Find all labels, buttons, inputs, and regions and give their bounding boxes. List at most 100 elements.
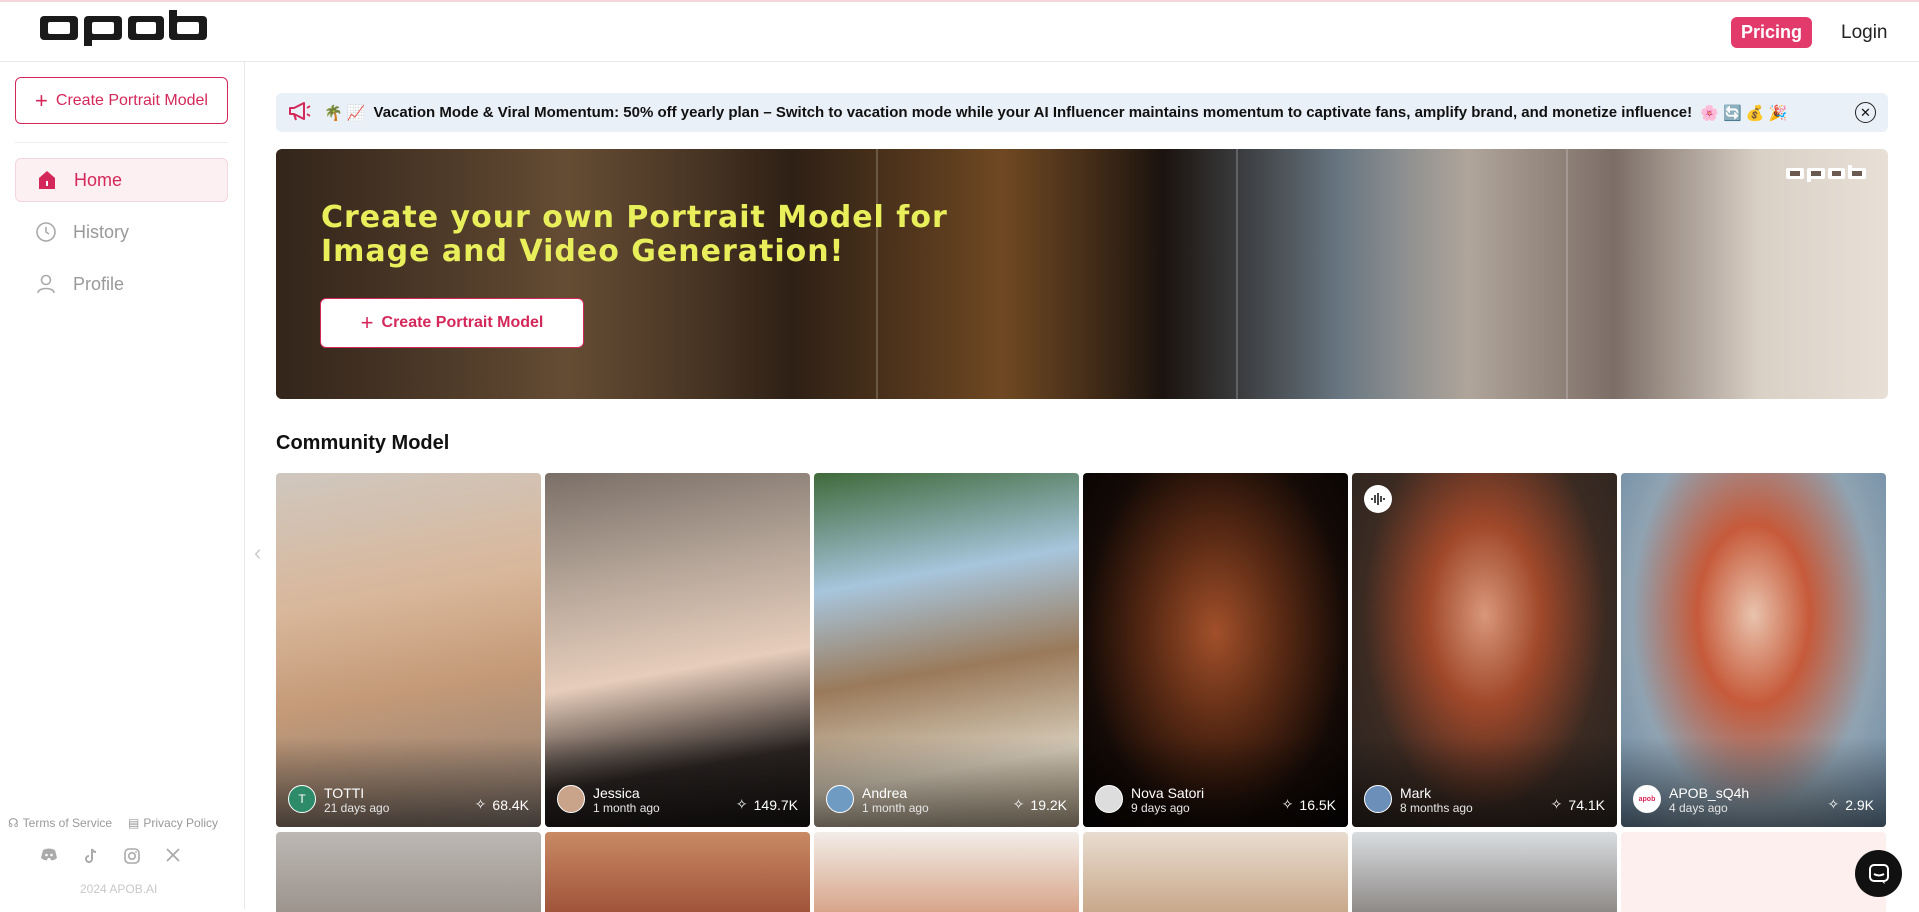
community-model-title: Community Model (276, 432, 450, 454)
card-gradient (1083, 737, 1348, 827)
model-card[interactable]: Andrea 1 month ago ✧ 19.2K (814, 473, 1079, 827)
model-card[interactable] (545, 832, 810, 912)
apob-watermark-logo (1786, 165, 1866, 188)
sparkle-icon: ✧ (1827, 796, 1840, 812)
privacy-label: Privacy Policy (143, 816, 219, 830)
avatar (557, 785, 585, 813)
copyright-text: 2024 APOB.AI (80, 882, 158, 896)
pricing-button[interactable]: Pricing (1731, 17, 1813, 48)
login-button[interactable]: Login (1841, 17, 1888, 48)
sidebar: + Create Portrait Model Home History Pro… (0, 62, 245, 909)
model-likes: ✧ 16.5K (1282, 796, 1336, 813)
sidebar-item-profile[interactable]: Profile (15, 262, 228, 306)
announcement-text: Vacation Mode & Viral Momentum: 50% off … (373, 104, 1693, 121)
audio-wave-icon[interactable] (1364, 485, 1392, 513)
sidebar-item-label: Home (74, 169, 123, 190)
card-gradient (814, 737, 1079, 827)
terms-label: Terms of Service (22, 816, 113, 830)
model-likes: ✧ 149.7K (736, 796, 798, 813)
create-portrait-model-button[interactable]: + Create Portrait Model (15, 77, 228, 124)
user-icon (35, 273, 57, 295)
sparkle-icon: ✧ (1012, 796, 1025, 812)
card-gradient (1621, 737, 1886, 827)
sidebar-item-label: Profile (73, 273, 125, 294)
x-icon[interactable] (166, 848, 180, 869)
hero-image-divider (876, 149, 878, 399)
likes-count: 68.4K (492, 796, 529, 813)
sidebar-item-label: History (73, 221, 130, 242)
model-time: 1 month ago (593, 801, 660, 815)
hero-image-divider (1236, 149, 1238, 399)
model-name: Nova Satori (1131, 785, 1205, 801)
model-card[interactable] (1621, 832, 1886, 912)
sidebar-item-home[interactable]: Home (15, 158, 228, 202)
sidebar-divider (15, 142, 228, 143)
plus-icon: + (360, 310, 374, 335)
likes-count: 2.9K (1845, 796, 1874, 813)
model-card[interactable] (276, 832, 541, 912)
model-name: Mark (1400, 785, 1432, 801)
model-time: 21 days ago (324, 801, 390, 815)
hero-title: Create your own Portrait Model for Image… (321, 200, 948, 269)
model-card[interactable] (814, 832, 1079, 912)
likes-count: 149.7K (753, 796, 798, 813)
avatar: apob (1633, 785, 1661, 813)
avatar (1364, 785, 1392, 813)
chevron-left-icon[interactable]: ‹ (254, 540, 261, 566)
terms-link[interactable]: ☊ Terms of Service (8, 816, 112, 830)
likes-count: 74.1K (1568, 796, 1605, 813)
hero-image-divider (1566, 149, 1568, 399)
close-icon[interactable]: ✕ (1855, 102, 1876, 123)
top-header: Pricing Login (0, 2, 1919, 62)
sidebar-item-history[interactable]: History (15, 210, 228, 254)
model-time: 9 days ago (1131, 801, 1190, 815)
headset-icon: ☊ (8, 816, 19, 830)
sparkle-icon: ✧ (1281, 796, 1294, 812)
discord-icon[interactable] (40, 848, 58, 869)
model-card[interactable]: Nova Satori 9 days ago ✧ 16.5K (1083, 473, 1348, 827)
announcement-emoji-suffix: 🌸 🔄 💰 🎉 (1700, 104, 1788, 122)
model-time: 4 days ago (1669, 801, 1728, 815)
hero-create-portrait-model-button[interactable]: + Create Portrait Model (320, 298, 584, 348)
model-name: TOTTI (324, 785, 365, 801)
clock-icon (35, 221, 57, 243)
hero-button-label: Create Portrait Model (381, 314, 544, 331)
privacy-link[interactable]: ▤ Privacy Policy (128, 816, 218, 830)
model-likes: ✧ 68.4K (475, 796, 529, 813)
model-name: APOB_sQ4h (1669, 785, 1750, 801)
model-likes: ✧ 74.1K (1551, 796, 1605, 813)
avatar: T (288, 785, 316, 813)
plus-icon: + (35, 87, 48, 113)
model-card[interactable] (1083, 832, 1348, 912)
card-gradient (1352, 737, 1617, 827)
document-icon: ▤ (128, 816, 140, 830)
model-time: 1 month ago (862, 801, 929, 815)
model-card[interactable]: Jessica 1 month ago ✧ 149.7K (545, 473, 810, 827)
likes-count: 19.2K (1030, 796, 1067, 813)
instagram-icon[interactable] (124, 848, 140, 869)
likes-count: 16.5K (1299, 796, 1336, 813)
model-likes: ✧ 2.9K (1827, 796, 1874, 813)
announcement-emoji-prefix: 🌴 📈 (324, 104, 366, 122)
tiktok-icon[interactable] (84, 848, 98, 869)
home-icon (36, 169, 58, 191)
avatar (1095, 785, 1123, 813)
model-card[interactable]: T TOTTI 21 days ago ✧ 68.4K (276, 473, 541, 827)
sparkle-icon: ✧ (1550, 796, 1563, 812)
announcement-banner: 🌴 📈 Vacation Mode & Viral Momentum: 50% … (276, 93, 1888, 132)
model-card[interactable]: apob APOB_sQ4h 4 days ago ✧ 2.9K (1621, 473, 1886, 827)
model-name: Jessica (593, 785, 640, 801)
sparkle-icon: ✧ (474, 796, 487, 812)
model-card[interactable] (1352, 832, 1617, 912)
card-gradient (545, 737, 810, 827)
sparkle-icon: ✧ (735, 796, 748, 812)
social-links (40, 848, 180, 869)
hero-banner: Create your own Portrait Model for Image… (276, 149, 1888, 399)
avatar (826, 785, 854, 813)
chat-support-button[interactable] (1855, 850, 1902, 897)
model-time: 8 months ago (1400, 801, 1473, 815)
model-card[interactable]: Mark 8 months ago ✧ 74.1K (1352, 473, 1617, 827)
model-name: Andrea (862, 785, 908, 801)
apob-logo[interactable] (40, 10, 207, 53)
megaphone-icon (288, 101, 312, 125)
